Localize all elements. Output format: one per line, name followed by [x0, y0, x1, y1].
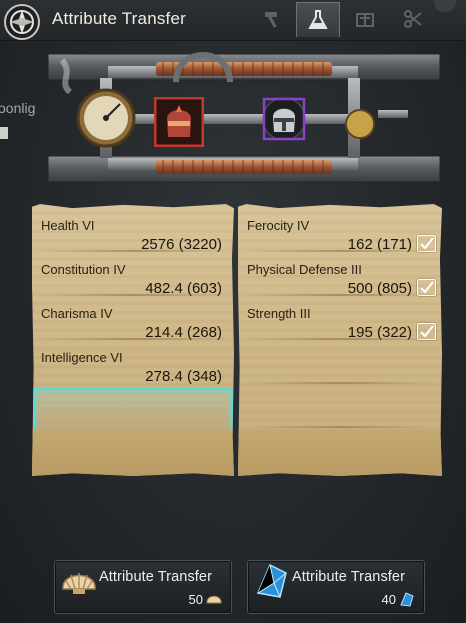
crest-icon — [4, 4, 40, 40]
attribute-transfer-shell-button[interactable]: Attribute Transfer 50 — [54, 560, 232, 614]
tab-crafting[interactable] — [252, 2, 294, 36]
row-divider — [244, 426, 436, 428]
shell-icon — [206, 595, 222, 604]
attribute-value: 278.4 (348) — [145, 368, 222, 385]
check-icon — [420, 237, 434, 250]
empty-slot[interactable] — [32, 430, 234, 476]
background-label: oonlig — [0, 100, 36, 116]
currency-count: 40 — [381, 592, 396, 607]
button-label: Attribute Transfer — [99, 569, 213, 585]
attribute-row[interactable]: Intelligence VI 278.4 (348) — [32, 340, 234, 385]
tab-tailoring[interactable] — [392, 2, 434, 36]
tab-storage[interactable] — [344, 2, 386, 36]
attribute-name: Health VI — [41, 218, 95, 233]
attribute-name: Intelligence VI — [41, 350, 123, 365]
source-attributes-panel: Health VI 2576 (3220) Constitution IV 48… — [32, 204, 234, 476]
check-icon — [420, 325, 434, 338]
selected-empty-slot[interactable] — [33, 388, 233, 434]
attribute-row[interactable]: Health VI 2576 (3220) — [32, 208, 234, 253]
window-title: Attribute Transfer — [52, 9, 186, 28]
target-item-slot[interactable] — [262, 97, 306, 141]
target-attributes-panel: Ferocity IV 162 (171) Physical Defense I… — [238, 204, 442, 476]
currency-count: 50 — [188, 592, 203, 607]
attribute-name: Strength III — [247, 306, 311, 321]
background-marker — [0, 127, 8, 139]
attribute-name: Constitution IV — [41, 262, 126, 277]
attribute-row[interactable]: Physical Defense III 500 (805) — [238, 252, 442, 297]
button-label: Attribute Transfer — [292, 569, 406, 585]
empty-slot[interactable] — [238, 340, 442, 384]
title-bar: Attribute Transfer — [0, 0, 466, 41]
crystal-icon — [256, 563, 287, 598]
attribute-name: Ferocity IV — [247, 218, 310, 233]
tab-alchemy[interactable] — [296, 2, 340, 37]
lock-icon[interactable] — [434, 0, 456, 12]
crystal-icon — [400, 592, 414, 607]
transfer-machine — [48, 52, 440, 183]
check-icon — [420, 281, 434, 294]
attribute-name: Physical Defense III — [247, 262, 362, 277]
attribute-row[interactable]: Charisma IV 214.4 (268) — [32, 296, 234, 341]
attribute-row[interactable]: Ferocity IV 162 (171) — [238, 208, 442, 253]
source-item-slot[interactable] — [154, 97, 204, 147]
flask-icon — [308, 10, 328, 29]
empty-slot[interactable] — [238, 384, 442, 428]
shell-icon — [62, 573, 96, 594]
attribute-row[interactable]: Strength III 195 (322) — [238, 296, 442, 341]
scissors-icon — [404, 10, 422, 28]
attribute-name: Charisma IV — [41, 306, 113, 321]
crate-icon — [356, 13, 374, 27]
attribute-transfer-crystal-button[interactable]: Attribute Transfer 40 — [247, 560, 425, 614]
attribute-row[interactable]: Constitution IV 482.4 (603) — [32, 252, 234, 297]
empty-slot[interactable] — [238, 430, 442, 476]
helmet-icon — [273, 108, 295, 132]
hammer-icon — [265, 12, 277, 28]
